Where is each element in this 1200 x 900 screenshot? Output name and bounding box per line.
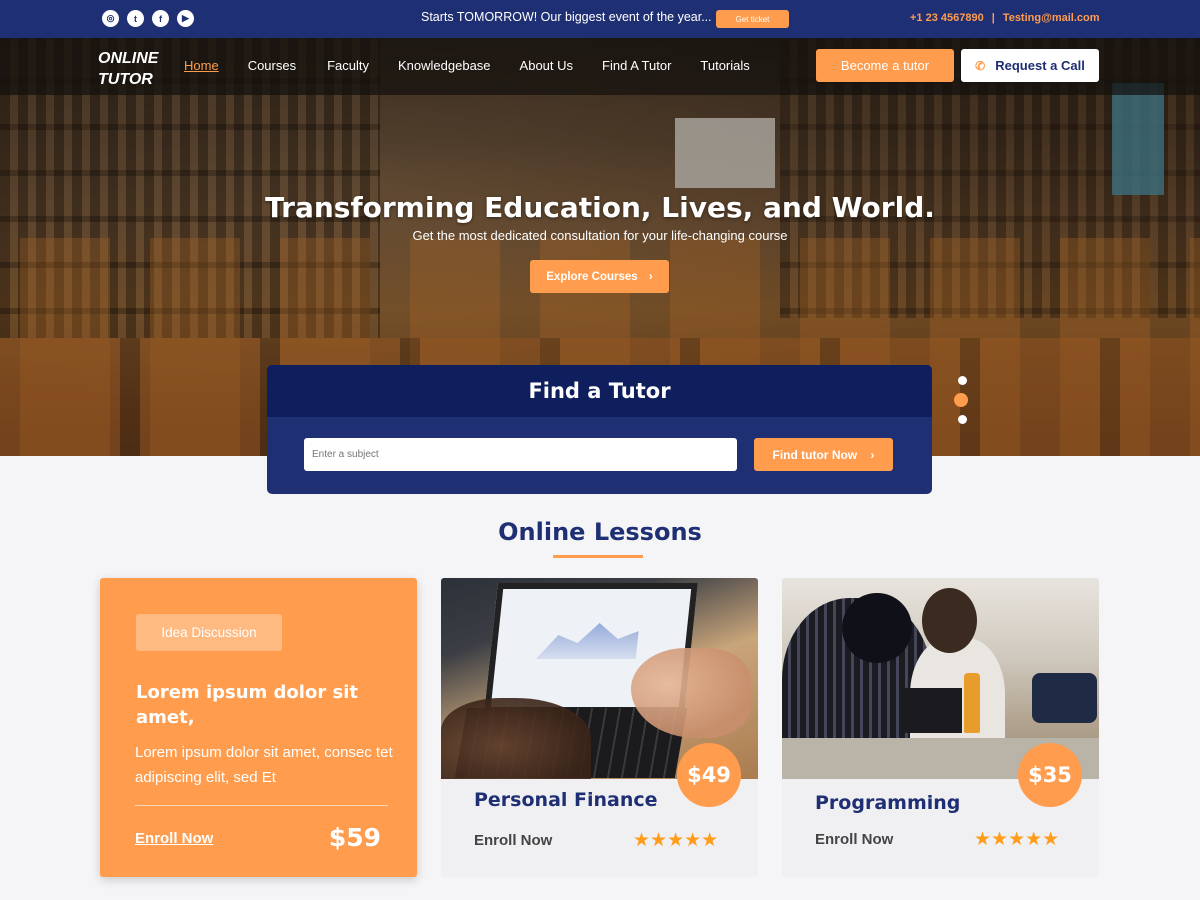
email-link[interactable]: Testing@mail.com — [1003, 12, 1100, 24]
chevron-right-icon: › — [648, 270, 653, 283]
card-divider — [135, 805, 388, 806]
find-tutor-title: Find a Tutor — [267, 365, 932, 417]
screen-chart — [536, 619, 640, 659]
logo-line-2: TUTOR — [98, 71, 153, 88]
subject-search-input[interactable] — [304, 438, 737, 471]
lesson-title: Personal Finance — [474, 789, 658, 811]
find-tutor-panel: Find a Tutor Find tutor Now › — [267, 365, 932, 494]
hero-title: Transforming Education, Lives, and World… — [265, 191, 935, 224]
social-icons: ◎ t f ▶ — [102, 10, 194, 27]
price-badge: $49 — [677, 743, 741, 807]
nav-link-faculty[interactable]: Faculty — [327, 58, 369, 73]
become-tutor-button[interactable]: Become a tutor — [816, 49, 954, 82]
explore-courses-button[interactable]: Explore Courses › — [530, 260, 669, 293]
nav-link-courses[interactable]: Courses — [248, 58, 296, 73]
top-bar: ◎ t f ▶ Starts TOMORROW! Our biggest eve… — [0, 0, 1200, 38]
student-1-head — [842, 593, 912, 663]
enroll-link[interactable]: Enroll Now — [815, 831, 893, 848]
student-2-head — [922, 588, 977, 653]
logo-line-1: ONLINE — [98, 50, 159, 67]
find-tutor-label: Find tutor Now — [772, 447, 858, 462]
lesson-card-personal-finance: $49 Personal Finance Enroll Now ★★★★★ — [441, 578, 758, 877]
promo-text: Starts TOMORROW! Our biggest event of th… — [421, 10, 712, 24]
facebook-icon[interactable]: f — [152, 10, 169, 27]
lesson-title: Programming — [815, 792, 961, 814]
slider-dots — [954, 376, 968, 432]
featured-description: Lorem ipsum dolor sit amet, consec tet a… — [135, 744, 393, 786]
hands — [441, 698, 591, 779]
phone-link[interactable]: +1 23 4567890 — [910, 12, 984, 24]
title-underline — [553, 555, 643, 558]
featured-lesson-card: Idea Discussion Lorem ipsum dolor sit am… — [100, 578, 417, 877]
nav-link-tutorials[interactable]: Tutorials — [700, 58, 749, 73]
main-nav: ONLINE TUTOR Home Courses Faculty Knowle… — [0, 38, 1200, 95]
twitter-icon[interactable]: t — [127, 10, 144, 27]
featured-price: $59 — [328, 823, 381, 852]
enroll-link[interactable]: Enroll Now — [474, 832, 552, 849]
find-tutor-button[interactable]: Find tutor Now › — [754, 438, 893, 471]
request-call-button[interactable]: ✆ Request a Call — [961, 49, 1099, 82]
nav-link-knowledgebase[interactable]: Knowledgebase — [398, 58, 491, 73]
request-call-label: Request a Call — [995, 58, 1085, 73]
slider-dot-1[interactable] — [957, 376, 967, 385]
phone-icon: ✆ — [975, 58, 986, 73]
nav-link-about-us[interactable]: About Us — [520, 58, 573, 73]
category-tag: Idea Discussion — [136, 614, 282, 651]
contact-info: +1 23 4567890 | Testing@mail.com — [910, 12, 1100, 24]
chevron-right-icon: › — [870, 447, 875, 462]
slider-dot-2[interactable] — [954, 393, 968, 407]
rating-stars: ★★★★★ — [974, 828, 1060, 850]
price-badge: $35 — [1018, 743, 1082, 807]
youtube-icon[interactable]: ▶ — [177, 10, 194, 27]
explore-courses-label: Explore Courses — [546, 270, 638, 283]
nav-link-home[interactable]: Home — [184, 58, 219, 73]
instagram-icon[interactable]: ◎ — [102, 10, 119, 27]
featured-heading: Lorem ipsum dolor sit amet, — [136, 682, 358, 728]
contact-separator: | — [991, 12, 995, 24]
featured-enroll-link[interactable]: Enroll Now — [135, 830, 213, 847]
nav-link-find-a-tutor[interactable]: Find A Tutor — [602, 58, 671, 73]
rating-stars: ★★★★★ — [633, 829, 719, 851]
section-title: Online Lessons — [498, 518, 702, 546]
hero-subtitle: Get the most dedicated consultation for … — [412, 228, 788, 243]
lesson-card-programming: $35 Programming Enroll Now ★★★★★ — [782, 578, 1099, 877]
site-logo[interactable]: ONLINE TUTOR — [98, 48, 158, 90]
laptop — [902, 688, 962, 733]
nav-links: Home Courses Faculty Knowledgebase About… — [184, 58, 750, 73]
bag — [1032, 673, 1097, 723]
bottle — [964, 673, 980, 733]
slider-dot-3[interactable] — [957, 415, 967, 424]
get-ticket-button[interactable]: Get ticket — [716, 10, 789, 28]
